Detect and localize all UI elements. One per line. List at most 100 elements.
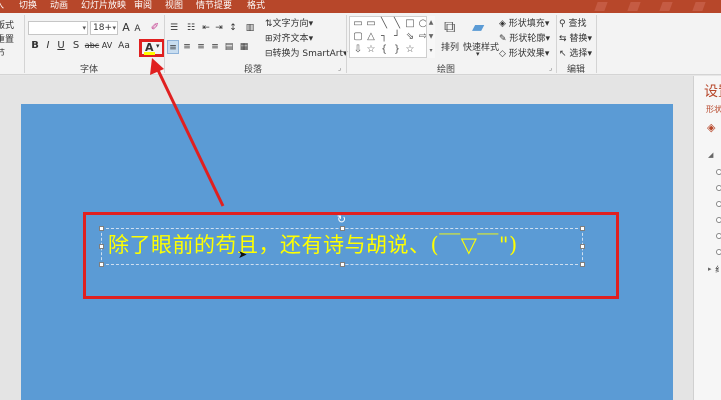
- elbow-connector-shape-icon[interactable]: ┐: [378, 31, 390, 42]
- section-button[interactable]: 节: [0, 46, 5, 59]
- fill-radio[interactable]: [716, 233, 721, 239]
- resize-handle[interactable]: [580, 244, 585, 249]
- font-dialog-launcher-icon[interactable]: ⌟: [156, 64, 159, 72]
- font-name-combo[interactable]: ▾: [28, 21, 88, 35]
- paragraph-columns-icon[interactable]: ▦: [237, 40, 251, 54]
- expand-triangle-icon[interactable]: ◢: [708, 151, 713, 159]
- align-left-icon[interactable]: ≡: [167, 40, 179, 54]
- paragraph-dialog-launcher-icon[interactable]: ⌟: [338, 64, 341, 72]
- rounded-rectangle-shape-icon[interactable]: ▢: [352, 31, 364, 42]
- vertical-text-box-shape-icon[interactable]: ▭: [365, 18, 377, 29]
- numbering-icon[interactable]: ☷: [184, 21, 198, 35]
- resize-handle[interactable]: [99, 262, 104, 267]
- convert-smartart-button[interactable]: ⊟转换为 SmartArt▾: [265, 46, 348, 59]
- layout-button[interactable]: 版式: [0, 18, 14, 31]
- text-direction-button[interactable]: ⇅文字方向▾: [265, 16, 313, 29]
- rectangle-shape-icon[interactable]: □: [404, 18, 416, 29]
- arrow-line-shape-icon[interactable]: ╲: [391, 18, 403, 29]
- resize-handle[interactable]: [99, 226, 104, 231]
- text-shadow-button[interactable]: S: [71, 39, 81, 53]
- chevron-down-icon: ▾: [308, 34, 314, 44]
- clear-formatting-icon[interactable]: ✐: [149, 21, 161, 35]
- align-right-icon[interactable]: ≡: [195, 40, 207, 54]
- replace-button[interactable]: ⇆ 替换▾: [559, 31, 592, 44]
- powerpoint-window: 插入 切换 动画 幻灯片放映 审阅 视图 情节提要 格式 版式 重置 节 ▾ 1…: [0, 0, 721, 400]
- bullets-icon[interactable]: ☰: [167, 21, 181, 35]
- line-shape-icon[interactable]: ╲: [378, 18, 390, 29]
- elbow-arrow-shape-icon[interactable]: ┘: [391, 31, 403, 42]
- shape-fill-button[interactable]: ◈ 形状填充▾: [499, 16, 549, 29]
- shrink-font-button[interactable]: A: [133, 22, 142, 36]
- text-box-shape-icon[interactable]: ▭: [352, 18, 364, 29]
- increase-indent-icon[interactable]: ⇥: [214, 21, 224, 35]
- right-brace-shape-icon[interactable]: }: [391, 44, 403, 55]
- justify-icon[interactable]: ≡: [209, 40, 221, 54]
- binoculars-icon: ⚲: [559, 19, 566, 29]
- format-shape-pane: 设置 形状 ◈ ◢ ▸ 纟: [693, 76, 721, 400]
- align-center-icon[interactable]: ≡: [181, 40, 193, 54]
- tab-transitions[interactable]: 切换: [19, 0, 37, 13]
- strikethrough-button[interactable]: abc: [84, 39, 100, 53]
- resize-handle[interactable]: [580, 226, 585, 231]
- resize-handle[interactable]: [99, 244, 104, 249]
- fill-icon[interactable]: ◈: [707, 121, 715, 134]
- left-brace-shape-icon[interactable]: {: [378, 44, 390, 55]
- align-text-button[interactable]: ⊞对齐文本▾: [265, 31, 313, 44]
- reset-button[interactable]: 重置: [0, 32, 14, 45]
- distributed-icon[interactable]: ▤: [223, 40, 235, 54]
- fill-radio[interactable]: [716, 169, 721, 175]
- quick-styles-button[interactable]: 快速样式: [463, 40, 499, 53]
- tab-format[interactable]: 格式: [247, 0, 265, 13]
- resize-handle[interactable]: [340, 262, 345, 267]
- columns-icon[interactable]: ▥: [244, 21, 256, 35]
- tab-animations[interactable]: 动画: [50, 0, 68, 13]
- replace-label: 替换: [569, 34, 588, 44]
- fill-radio[interactable]: [716, 185, 721, 191]
- fill-radio[interactable]: [716, 201, 721, 207]
- pane-subtitle[interactable]: 形状: [706, 104, 721, 115]
- grow-font-button[interactable]: A: [121, 21, 131, 35]
- arrange-button[interactable]: 排列: [441, 40, 459, 53]
- collapse-triangle-icon[interactable]: ▸: [708, 265, 712, 273]
- slide-text[interactable]: 除了眼前的苟且，还有诗与胡说、(￣▽￣"): [108, 231, 518, 259]
- decrease-indent-icon[interactable]: ⇤: [201, 21, 211, 35]
- shape-outline-button[interactable]: ✎ 形状轮廓▾: [499, 31, 550, 44]
- find-button[interactable]: ⚲ 查找: [559, 16, 586, 29]
- underline-button[interactable]: U: [56, 39, 66, 53]
- chevron-down-icon: ▾: [112, 24, 116, 32]
- pane-section-label[interactable]: 纟: [715, 264, 721, 275]
- font-size-combo[interactable]: 18+ ▾: [90, 21, 118, 35]
- editing-group-label: 编辑: [567, 65, 586, 75]
- tab-slideshow[interactable]: 幻灯片放映: [81, 0, 126, 13]
- tab-review[interactable]: 审阅: [134, 0, 152, 13]
- drawing-dialog-launcher-icon[interactable]: ⌟: [549, 64, 552, 72]
- bold-button[interactable]: B: [30, 39, 40, 53]
- resize-handle[interactable]: [580, 262, 585, 267]
- fill-radio[interactable]: [716, 249, 721, 255]
- triangle-shape-icon[interactable]: △: [365, 31, 377, 42]
- tab-storyboard[interactable]: 情节提要: [196, 0, 232, 13]
- rotate-handle-icon[interactable]: ↻: [336, 214, 347, 225]
- font-color-button[interactable]: A ▾: [139, 39, 165, 57]
- tab-insert[interactable]: 插入: [0, 0, 4, 13]
- curved-arrow-shape-icon[interactable]: ⇘: [404, 31, 416, 42]
- change-case-button[interactable]: Aa: [117, 39, 131, 53]
- tab-view[interactable]: 视图: [165, 0, 183, 13]
- down-arrow-shape-icon[interactable]: ⇩: [352, 44, 364, 55]
- slide-canvas[interactable]: ↻ 除了眼前的苟且，还有诗与胡说、(￣▽￣"): [21, 104, 673, 400]
- ribbon: 版式 重置 节 ▾ 18+ ▾ A A ✐ B I U S abc AV Aa …: [0, 13, 721, 75]
- select-button[interactable]: ↖ 选择▾: [559, 46, 592, 59]
- star-shape-icon[interactable]: ☆: [365, 44, 377, 55]
- convert-smartart-label: 转换为 SmartArt: [272, 49, 344, 59]
- font-color-swatch: [144, 52, 155, 55]
- shape-effects-button[interactable]: ◇ 形状效果▾: [499, 46, 549, 59]
- character-spacing-button[interactable]: AV: [100, 39, 114, 53]
- shapes-gallery[interactable]: ▭ ▭ ╲ ╲ □ ○ ▢ △ ┐ ┘ ⇘ ⇨ ⇩ ☆ { } ☆: [349, 16, 435, 58]
- fill-radio[interactable]: [716, 217, 721, 223]
- chevron-down-icon: ▾: [587, 49, 592, 59]
- star-shape-icon[interactable]: ☆: [404, 44, 416, 55]
- line-spacing-icon[interactable]: ↕: [227, 21, 239, 35]
- italic-button[interactable]: I: [44, 39, 52, 53]
- smartart-icon: ⊟: [265, 49, 273, 59]
- gallery-scroll-buttons[interactable]: ▲ ▼ ▾: [426, 16, 435, 58]
